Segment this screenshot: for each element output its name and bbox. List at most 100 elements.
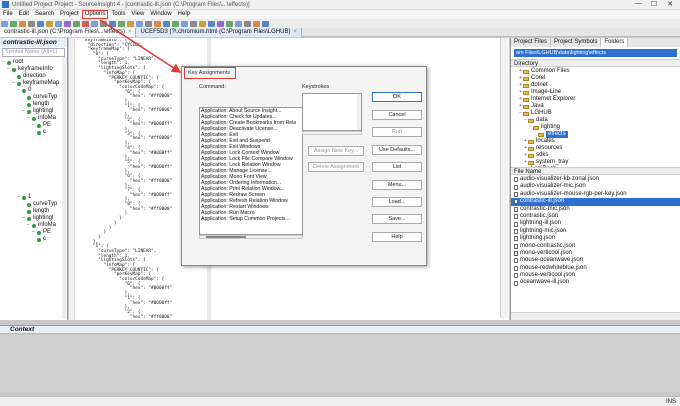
folder-tree-item[interactable]: + Java [511,103,680,110]
symbol-tree-item[interactable]: c [0,236,67,243]
toolbar-button-icon[interactable] [82,20,89,27]
symbol-tree-item[interactable]: − root [0,59,67,66]
folder-tree-item[interactable]: + Common Files [511,68,680,75]
menu-button[interactable]: Menu... [372,180,422,190]
toolbar-button-icon[interactable] [136,20,143,27]
help-button[interactable]: Help [372,232,422,242]
symbol-tree-item[interactable]: − infoMa [0,115,67,122]
use-defaults-button[interactable]: Use Defaults... [372,145,422,155]
file-list-item[interactable]: audio-visualizer-mouse-rgb-per-key.json [511,191,680,198]
keystrokes-hscroll[interactable] [302,131,362,135]
cancel-button[interactable]: Cancel [372,110,422,120]
code-line[interactable]: "hex": "#ff0000" [77,315,187,319]
folder-tree-item[interactable]: + locales [511,138,680,145]
symbol-tree-item[interactable]: − lightingl [0,215,67,222]
editor-scrollbar[interactable] [500,38,508,318]
toolbar-button-icon[interactable] [190,20,197,27]
save-button[interactable]: Save... [372,214,422,224]
file-list-item[interactable]: mouse-oceanwave.json [511,257,680,264]
tab-project-files[interactable]: Project Files [511,38,552,47]
symbol-tree-item[interactable]: − lightingl [0,108,67,115]
file-list-item[interactable]: lightning-ill.json [511,220,680,227]
toolbar-button-icon[interactable] [91,20,98,27]
assign-new-key-button[interactable]: Assign New Key... [308,146,364,156]
load-button[interactable]: Load... [372,197,422,207]
folder-tree-item[interactable]: + resources [511,145,680,152]
toolbar-button-icon[interactable] [46,20,53,27]
toolbar-button-icon[interactable] [226,20,233,27]
toolbar-button-icon[interactable] [100,20,107,27]
folder-path-field[interactable]: am Files\LGHUB\data\lighting\effects [514,49,677,57]
file-list-item[interactable]: mouse-redwhiteblue.json [511,265,680,272]
toolbar-button-icon[interactable] [208,20,215,27]
menu-view[interactable]: View [128,10,147,19]
run-button[interactable]: Run [372,127,422,137]
menu-edit[interactable]: Edit [16,10,32,19]
list-button[interactable]: List [372,162,422,172]
command-list[interactable]: Application: About Source Insight... Appl… [199,107,303,235]
symbol-tree-item[interactable]: curveTyp [0,201,67,208]
menu-help[interactable]: Help [175,10,193,19]
symbol-tree-item[interactable]: curveTyp [0,94,67,101]
delete-assignment-button[interactable]: Delete Assignment [308,162,364,172]
toolbar-button-icon[interactable] [37,20,44,27]
code-text[interactable]: "keyframeInfo": { "direction": "CYCLE", … [77,39,187,319]
symbol-tree-item[interactable]: − PE [0,122,67,129]
toolbar-button-icon[interactable] [118,20,125,27]
toolbar-button-icon[interactable] [244,20,251,27]
toolbar-button-icon[interactable] [55,20,62,27]
symbol-tree-item[interactable]: − infoMa [0,222,67,229]
symbol-search-input[interactable]: Symbol Name (Alt+L) [2,48,65,57]
symbol-tree-item[interactable]: − keyframeInfo [0,66,67,73]
toolbar-button-icon[interactable] [235,20,242,27]
file-list-item[interactable]: contrastic-ill.json [511,198,680,206]
menu-window[interactable]: Window [147,10,174,19]
toolbar-button-icon[interactable] [253,20,260,27]
menu-search[interactable]: Search [32,10,57,19]
toolbar-button-icon[interactable] [199,20,206,27]
toolbar-button-icon[interactable] [1,20,8,27]
file-list-item[interactable]: lightning-mic.json [511,228,680,235]
ok-button[interactable]: OK [372,92,422,102]
symbol-tree-item[interactable]: − PE [0,229,67,236]
file-list-item[interactable]: contrastic.json [511,213,680,220]
tab-project-symbols[interactable]: Project Symbols [551,38,602,47]
toolbar-button-icon[interactable] [73,20,80,27]
symbol-tree-item[interactable]: length [0,208,67,215]
maximize-button[interactable]: ☐ [646,0,662,8]
doc-tab-contrastic[interactable]: contrastic-ill.json (C:\Program Files\..… [0,27,137,37]
folder-tree-item[interactable]: + Corel [511,75,680,82]
folder-tree-item[interactable]: + system_tray [511,159,680,166]
doc-tab-chromium[interactable]: UCEF5D3 (?\.chromium.html (C:\Program Fi… [136,27,302,37]
toolbar-button-icon[interactable] [145,20,152,27]
minimize-button[interactable]: — [630,0,646,8]
folder-tree-item[interactable]: − data [511,117,680,124]
toolbar-button-icon[interactable] [109,20,116,27]
tab-folders[interactable]: Folders [601,38,629,47]
file-list-item[interactable]: contrastic-mic.json [511,206,680,213]
toolbar-button-icon[interactable] [217,20,224,27]
toolbar-button-icon[interactable] [10,20,17,27]
menu-options[interactable]: Options [81,10,109,19]
toolbar-button-icon[interactable] [28,20,35,27]
toolbar-button-icon[interactable] [181,20,188,27]
file-list-item[interactable]: mono-verticool.json [511,250,680,257]
folder-tree-item[interactable]: + dotnet [511,82,680,89]
folder-tree-item[interactable]: − lighting [511,124,680,131]
symbol-tree-item[interactable]: direction [0,73,67,80]
toolbar-button-icon[interactable] [163,20,170,27]
file-list-item[interactable]: oceanwave-ill.json [511,279,680,286]
toolbar-button-icon[interactable] [127,20,134,27]
folder-tree-item[interactable]: + Image-Line [511,89,680,96]
symbol-tree-item[interactable]: c [0,129,67,136]
toolbar-button-icon[interactable] [262,20,269,27]
folder-tree-item[interactable]: effects [511,131,680,138]
keystrokes-list[interactable] [302,93,362,131]
toolbar-button-icon[interactable] [154,20,161,27]
toolbar-button-icon[interactable] [64,20,71,27]
folder-tree-item[interactable]: − LGHUB [511,110,680,117]
symbol-tree-item[interactable]: − keyframeMap [0,80,67,87]
folder-tree-item[interactable]: + sdks [511,152,680,159]
close-button[interactable]: ✕ [662,0,678,8]
menu-file[interactable]: File [0,10,16,19]
